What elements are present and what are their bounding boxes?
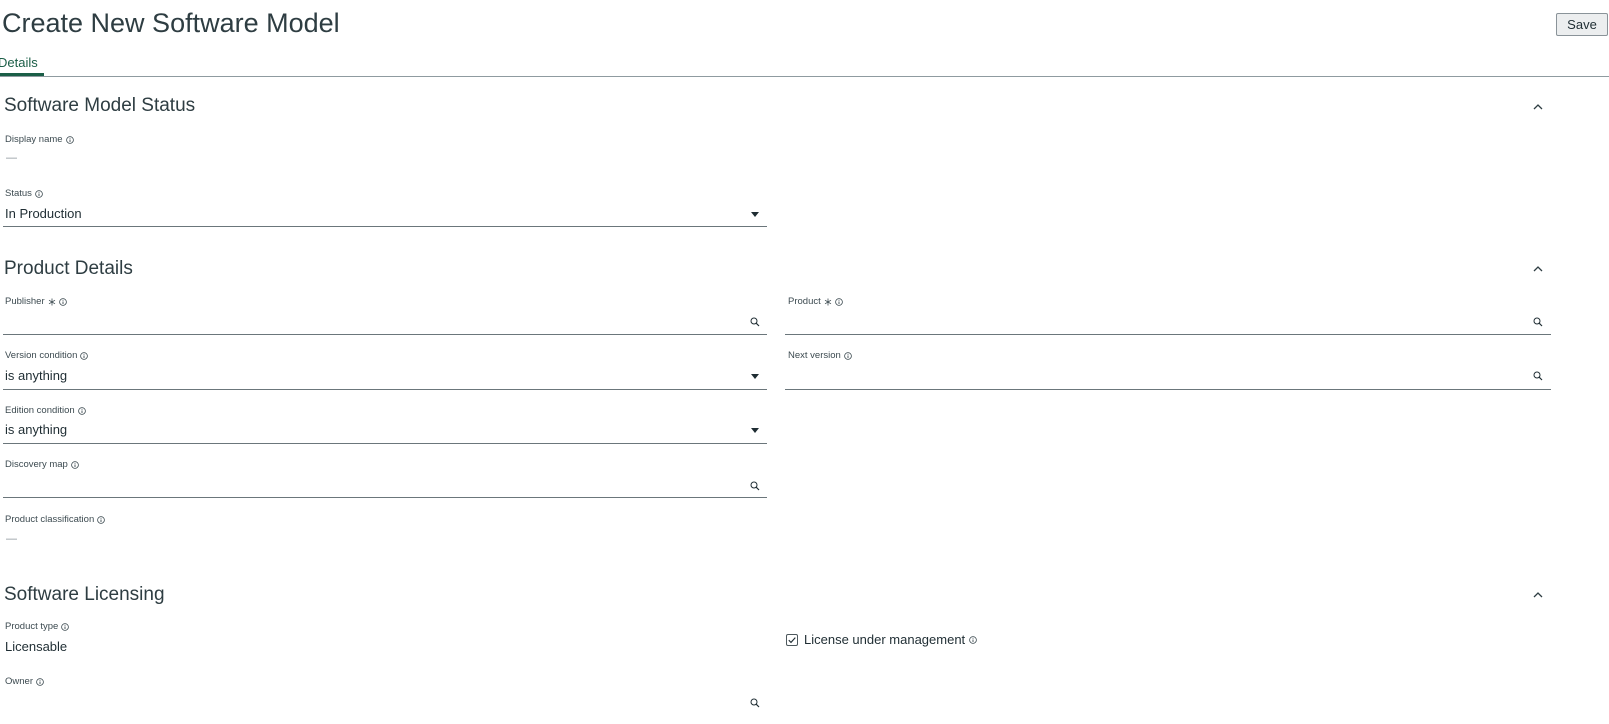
discovery-map-field-underline [3,497,767,498]
caret-down-icon[interactable] [751,374,759,379]
product-field-underline [785,334,1551,335]
edition-condition-label: Edition condition [5,405,86,416]
save-button[interactable]: Save [1556,13,1608,36]
product-classification-value: — [6,533,17,545]
product-type-label: Product type [5,621,70,632]
status-select[interactable]: In Production [5,206,82,221]
edition-condition-field-underline [3,443,767,444]
info-icon[interactable] [71,460,79,469]
info-icon[interactable] [35,189,43,198]
section-title-software-model-status[interactable]: Software Model Status [4,95,195,117]
search-icon[interactable] [1533,371,1543,381]
publisher-label: Publisher [5,296,67,307]
status-label: Status [5,188,43,199]
product-type-value: Licensable [5,639,68,654]
section-title-product-details[interactable]: Product Details [4,258,133,280]
version-condition-select[interactable]: is anything [5,368,67,383]
section-title-software-licensing[interactable]: Software Licensing [4,584,165,606]
chevron-up-icon[interactable] [1530,101,1546,113]
display-name-value: — [6,152,17,164]
publisher-field-underline [3,334,767,335]
owner-label: Owner [5,676,44,687]
status-field-underline [3,226,767,227]
search-icon[interactable] [750,317,760,327]
edition-condition-select[interactable]: is anything [5,422,67,437]
info-icon[interactable] [58,297,67,306]
version-condition-field-underline [3,389,767,390]
asterisk-icon [824,298,832,306]
info-icon[interactable] [834,297,843,306]
display-name-label: Display name [5,134,74,145]
license-under-management-checkbox[interactable] [786,633,798,646]
caret-down-icon[interactable] [751,212,759,217]
chevron-up-icon[interactable] [1530,263,1546,275]
info-icon[interactable] [61,622,70,631]
tab-details[interactable]: Details [0,55,38,70]
next-version-field-underline [785,389,1551,390]
info-icon[interactable] [65,135,74,144]
caret-down-icon[interactable] [751,428,759,433]
product-classification-label: Product classification [5,514,106,525]
license-under-management-label: License under management [804,632,966,647]
info-icon[interactable] [969,635,977,644]
discovery-map-label: Discovery map [5,459,79,470]
info-icon[interactable] [36,677,44,686]
asterisk-icon [48,298,56,306]
search-icon[interactable] [1533,317,1543,327]
page-title: Create New Software Model [2,8,340,38]
version-condition-label: Version condition [5,350,89,361]
product-label: Product [788,296,843,307]
search-icon[interactable] [750,698,760,708]
checkmark-icon [788,636,796,643]
info-icon[interactable] [844,351,852,360]
next-version-label: Next version [788,350,852,361]
info-icon[interactable] [97,515,106,524]
tab-divider [0,76,1609,77]
info-icon[interactable] [77,406,86,415]
chevron-up-icon[interactable] [1530,589,1546,601]
info-icon[interactable] [80,351,89,360]
license-under-management-option: License under management [786,632,977,647]
search-icon[interactable] [750,481,760,491]
